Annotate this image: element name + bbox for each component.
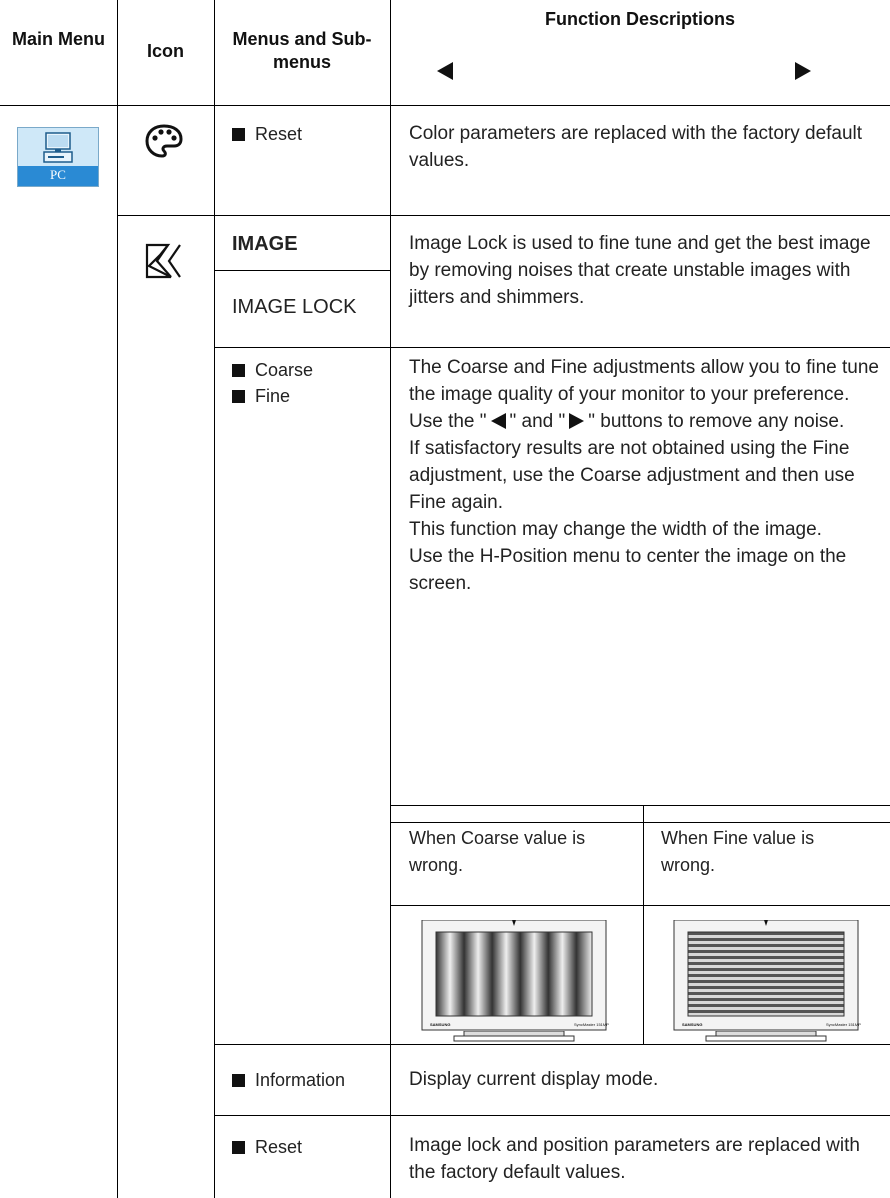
divider (390, 905, 890, 906)
submenu-reset: Reset (232, 122, 302, 146)
submenu-image-reset-label: Reset (255, 1137, 303, 1157)
header-main-menu: Main Menu (12, 29, 105, 49)
image-reset-description: Image lock and position parameters are r… (409, 1135, 860, 1183)
header-icon: Icon (146, 41, 184, 61)
brand-text: SAMSUNG (430, 1022, 450, 1027)
caption-fine: When Fine value is wrong. (661, 828, 815, 875)
model-text: SyncMaster 151MP (826, 1022, 861, 1027)
divider (214, 1115, 890, 1116)
submenu-fine: Fine (232, 383, 313, 409)
description-paragraph: Use the H-Position menu to center the im… (409, 546, 847, 594)
text: " buttons to remove any noise. (588, 411, 845, 432)
left-arrow-icon (437, 62, 453, 80)
pc-label: PC (50, 167, 66, 182)
submenu-image-lock: IMAGE LOCK (232, 296, 357, 318)
monitor-coarse-base (414, 1030, 614, 1048)
description-paragraph: This function may change the width of th… (409, 519, 822, 540)
submenu-image-reset: Reset (232, 1135, 302, 1159)
monitor-fine-image: SAMSUNG SyncMaster 151MP (666, 919, 866, 1043)
divider (214, 347, 890, 348)
left-arrow-icon (490, 413, 506, 429)
pc-icon: PC (17, 127, 99, 187)
palette-icon (144, 122, 184, 167)
header-function: Function Descriptions (544, 9, 735, 29)
divider (390, 0, 391, 1198)
bullet-icon (232, 1141, 245, 1154)
divider (117, 215, 890, 216)
divider (214, 0, 215, 1198)
bullet-icon (232, 364, 245, 377)
submenu-reset-label: Reset (255, 124, 303, 144)
header-menus: Menus and Sub-menus (232, 29, 372, 72)
submenu-coarse-label: Coarse (255, 360, 314, 380)
submenu-information: Information (232, 1068, 345, 1092)
monitor-coarse-image: SAMSUNG SyncMaster 151MP (414, 919, 614, 1043)
divider (117, 105, 118, 1198)
monitor-fine-base (666, 1030, 866, 1048)
text: Use the " (409, 411, 487, 432)
brand-text: SAMSUNG (682, 1022, 702, 1027)
submenu-fine-label: Fine (255, 386, 291, 406)
model-text: SyncMaster 151MP (574, 1022, 609, 1027)
image-lock-icon (144, 240, 184, 285)
bullet-icon (232, 390, 245, 403)
submenu-information-label: Information (255, 1070, 346, 1090)
right-arrow-icon (795, 62, 811, 80)
information-description: Display current display mode. (409, 1069, 659, 1090)
divider (214, 270, 390, 271)
menu-image: IMAGE (232, 233, 298, 255)
image-description: Image Lock is used to fine tune and get … (409, 233, 871, 308)
color-reset-description: Color parameters are replaced with the f… (409, 123, 863, 171)
divider (643, 805, 644, 1044)
submenu-coarse-fine: Coarse Fine (232, 357, 313, 409)
submenu-coarse: Coarse (232, 357, 313, 383)
bullet-icon (232, 1074, 245, 1087)
bullet-icon (232, 128, 245, 141)
text: " and " (509, 411, 566, 432)
divider (390, 822, 890, 823)
divider (390, 805, 890, 806)
caption-coarse: When Coarse value is wrong. (409, 828, 586, 875)
description-paragraph: Use the " " and " " buttons to remove any … (409, 408, 879, 435)
divider (0, 105, 890, 106)
description-paragraph: The Coarse and Fine adjustments allow yo… (409, 357, 879, 405)
description-paragraph: If satisfactory results are not obtained… (409, 438, 855, 513)
right-arrow-icon (569, 413, 585, 429)
coarse-fine-description: The Coarse and Fine adjustments allow yo… (409, 354, 879, 597)
